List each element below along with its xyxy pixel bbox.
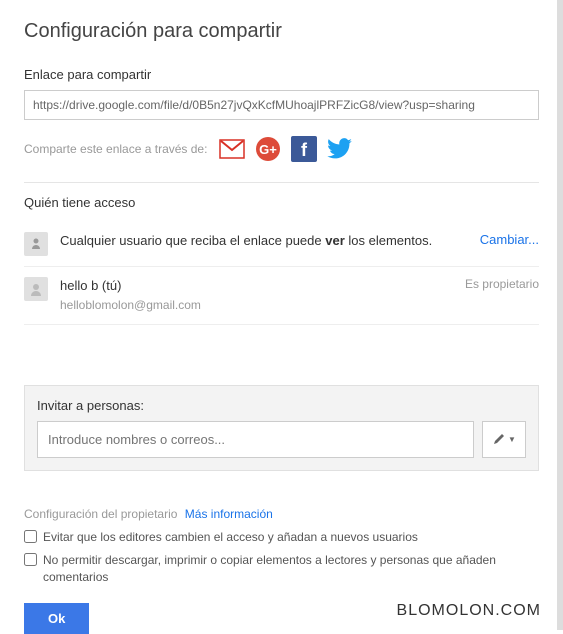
twitter-icon[interactable] <box>327 136 353 162</box>
user-avatar-icon <box>24 277 48 301</box>
disable-download-checkbox-row[interactable]: No permitir descargar, imprimir o copiar… <box>24 552 539 586</box>
share-via-row: Comparte este enlace a través de: G+ f <box>24 136 539 162</box>
invite-section: Invitar a personas: ▼ <box>24 385 539 471</box>
invite-input[interactable] <box>37 421 474 458</box>
googleplus-icon[interactable]: G+ <box>255 136 281 162</box>
owner-name: hello b (tú) <box>60 277 465 295</box>
change-access-link[interactable]: Cambiar... <box>480 232 539 247</box>
owner-email: helloblomolon@gmail.com <box>60 297 465 314</box>
more-info-link[interactable]: Más información <box>185 507 273 521</box>
access-owner-row: hello b (tú) helloblomolon@gmail.com Es … <box>24 267 539 325</box>
owner-settings-heading: Configuración del propietario Más inform… <box>24 507 539 521</box>
access-heading: Quién tiene acceso <box>24 195 539 210</box>
prevent-editors-checkbox[interactable] <box>24 530 37 543</box>
share-link-input[interactable] <box>24 90 539 120</box>
share-via-text: Comparte este enlace a través de: <box>24 142 207 156</box>
access-public-text: Cualquier usuario que reciba el enlace p… <box>60 232 480 250</box>
divider <box>24 182 539 183</box>
pencil-icon <box>492 432 506 446</box>
link-label: Enlace para compartir <box>24 67 539 82</box>
scrollbar[interactable] <box>557 0 563 630</box>
watermark-text: BLOMOLON.COM <box>397 602 541 620</box>
facebook-icon[interactable]: f <box>291 136 317 162</box>
disable-download-checkbox[interactable] <box>24 553 37 566</box>
access-public-row: Cualquier usuario que reciba el enlace p… <box>24 222 539 267</box>
owner-info: hello b (tú) helloblomolon@gmail.com <box>60 277 465 314</box>
invite-permission-button[interactable]: ▼ <box>482 421 526 458</box>
sharing-dialog: Configuración para compartir Enlace para… <box>0 0 563 491</box>
svg-text:G+: G+ <box>260 142 278 157</box>
ok-button[interactable]: Ok <box>24 603 89 634</box>
prevent-editors-checkbox-row[interactable]: Evitar que los editores cambien el acces… <box>24 529 539 546</box>
dialog-title: Configuración para compartir <box>24 20 539 43</box>
chevron-down-icon: ▼ <box>508 435 516 444</box>
owner-role: Es propietario <box>465 277 539 291</box>
svg-text:f: f <box>301 140 308 160</box>
invite-label: Invitar a personas: <box>37 398 526 413</box>
link-access-icon <box>24 232 48 256</box>
gmail-icon[interactable] <box>219 136 245 162</box>
